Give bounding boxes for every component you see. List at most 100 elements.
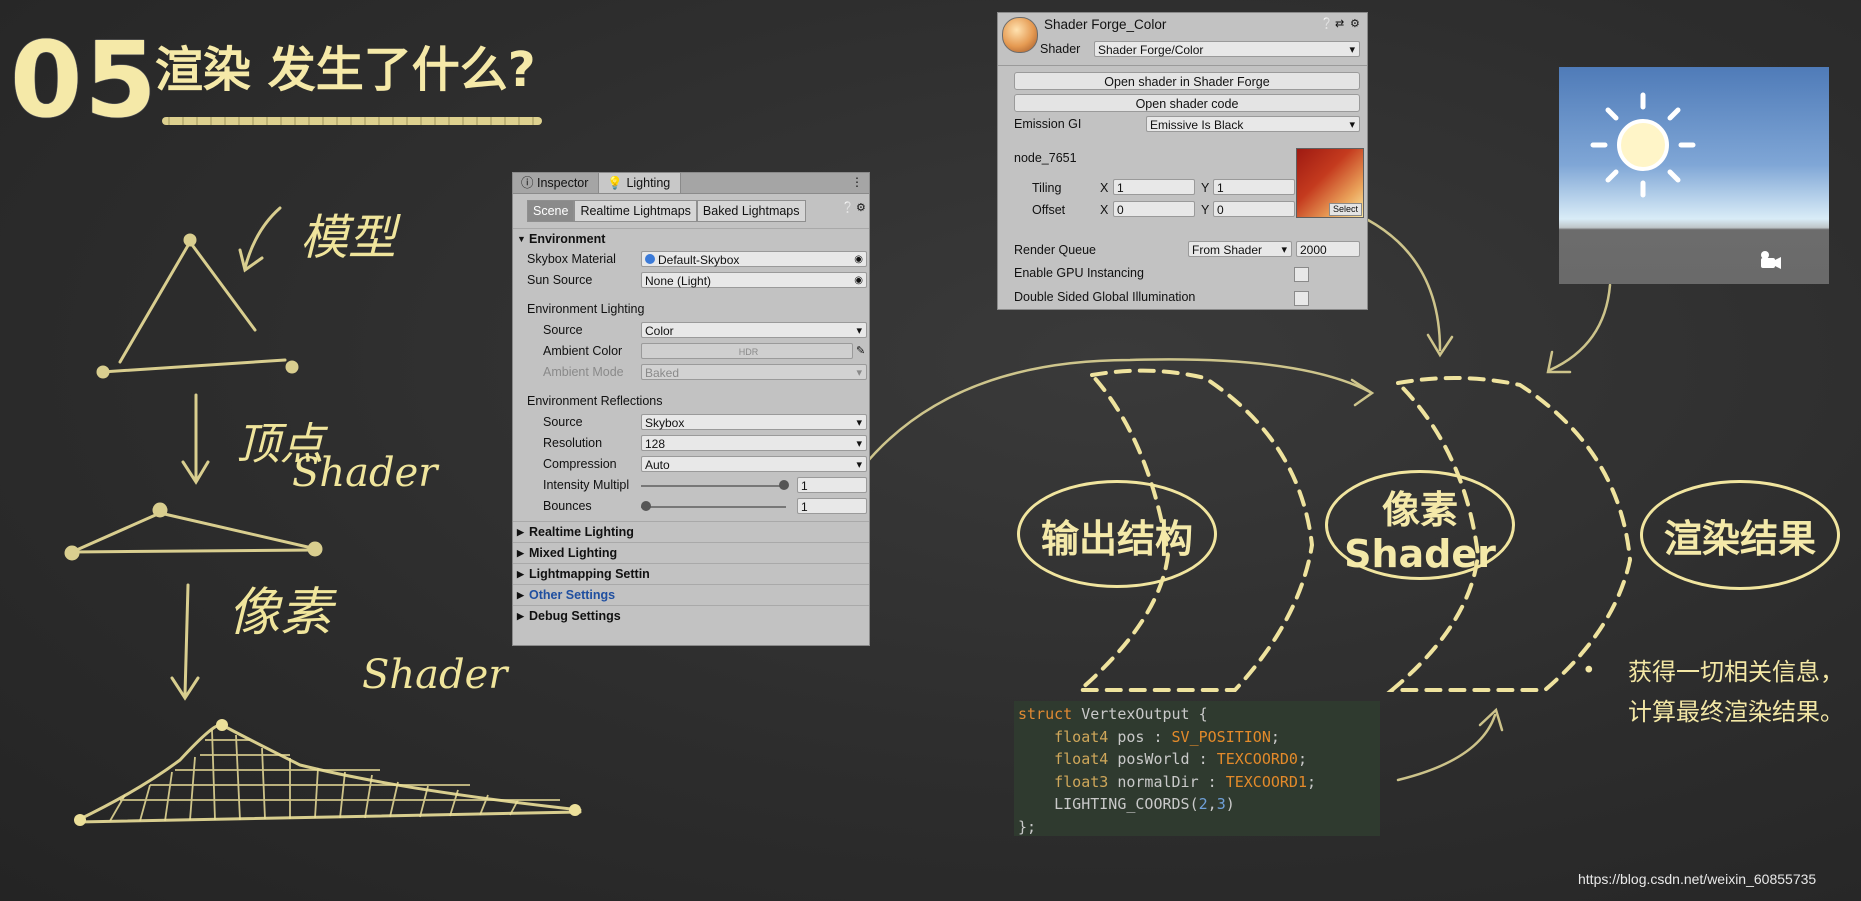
intensity-row: Intensity Multipl 1 <box>513 475 869 496</box>
object-picker-icon[interactable]: ◉ <box>854 252 863 268</box>
double-sided-gi-label: Double Sided Global Illumination <box>1014 290 1196 304</box>
resolution-dropdown[interactable]: 128 <box>641 435 867 452</box>
tiling-label: Tiling <box>1032 181 1062 195</box>
subtab-realtime-lightmaps[interactable]: Realtime Lightmaps <box>574 200 697 222</box>
object-picker-icon[interactable]: ◉ <box>854 273 863 289</box>
render-queue-label: Render Queue <box>1014 243 1097 257</box>
resolution-row: Resolution 128 <box>513 433 869 454</box>
render-result-label: 渲染结果 <box>1663 517 1816 561</box>
compression-row: Compression Auto <box>513 454 869 475</box>
section-other-settings[interactable]: ▶ Other Settings <box>513 584 869 605</box>
watermark: https://blog.csdn.net/weixin_60855735 <box>1578 871 1817 887</box>
intensity-slider-track[interactable] <box>641 485 786 487</box>
divider <box>998 65 1367 66</box>
render-queue-mode-dropdown[interactable]: From Shader <box>1188 241 1292 258</box>
intensity-input[interactable]: 1 <box>797 477 867 493</box>
section-realtime-lighting[interactable]: ▶ Realtime Lighting <box>513 521 869 542</box>
open-shader-code-button[interactable]: Open shader code <box>1014 94 1360 112</box>
vertex-label-en: Shader <box>292 450 438 496</box>
info-icon: ⓘ <box>521 176 537 190</box>
gpu-instancing-checkbox[interactable] <box>1294 267 1309 282</box>
bounces-row: Bounces 1 <box>513 496 869 517</box>
open-shader-forge-button[interactable]: Open shader in Shader Forge <box>1014 72 1360 90</box>
ambient-color-swatch[interactable]: HDR <box>641 343 853 359</box>
material-title: Shader Forge_Color <box>1044 17 1167 32</box>
settings-gear-icon[interactable]: ⚙ <box>856 201 866 214</box>
texture-select-button[interactable]: Select <box>1328 203 1362 216</box>
ambient-color-row: Ambient Color HDR ✎ <box>513 341 869 362</box>
preset-icon[interactable]: ⇄ <box>1335 15 1344 33</box>
pixel-label-cn: 像素 <box>228 583 333 643</box>
skybox-material-row: Skybox Material Default-Skybox ◉ <box>513 249 869 270</box>
note-text: 获得一切相关信息，计算最终渲染结果。 <box>1628 658 1844 726</box>
expand-down-icon: ▼ <box>517 234 526 244</box>
bounces-slider-handle[interactable] <box>641 501 651 511</box>
emission-gi-dropdown[interactable]: Emissive Is Black <box>1146 116 1360 133</box>
subtab-scene[interactable]: Scene <box>527 200 575 222</box>
subtab-baked-lightmaps[interactable]: Baked Lightmaps <box>696 200 806 222</box>
offset-y-label: Y <box>1201 203 1210 217</box>
material-preview-sphere <box>1002 17 1038 53</box>
ambient-mode-dropdown: Baked <box>641 364 867 381</box>
material-inspector-panel: Shader Forge_Color ❔ ⇄ ⚙ Shader Shader F… <box>997 12 1368 310</box>
tiling-x-label: X <box>1100 181 1109 195</box>
eyedropper-icon[interactable]: ✎ <box>856 341 865 362</box>
env-lighting-header: Environment Lighting <box>527 302 645 316</box>
note-bullet: • <box>1582 658 1596 684</box>
shader-dropdown[interactable]: Shader Forge/Color <box>1094 41 1360 58</box>
bounces-input[interactable]: 1 <box>797 498 867 514</box>
section-environment[interactable]: ▼ Environment <box>513 228 869 249</box>
node-label: node_7651 <box>1014 151 1077 165</box>
refl-source-dropdown[interactable]: Skybox <box>641 414 867 431</box>
offset-x-label: X <box>1100 203 1109 217</box>
offset-x-input[interactable]: 0 <box>1113 201 1195 217</box>
sun-icon <box>1590 92 1781 269</box>
intensity-slider-handle[interactable] <box>779 480 789 490</box>
tiling-y-input[interactable]: 1 <box>1213 179 1295 195</box>
offset-label: Offset <box>1032 203 1066 217</box>
texture-slot-thumbnail[interactable]: Select <box>1296 148 1364 218</box>
more-menu-icon[interactable]: ⋮ <box>851 175 863 189</box>
tab-lighting[interactable]: 💡 Lighting <box>598 172 682 193</box>
lighting-inspector-panel: ⓘ Inspector 💡 Lighting ⋮ Scene Realtime … <box>512 172 870 646</box>
expand-right-icon: ▶ <box>517 569 524 579</box>
render-queue-input[interactable]: 2000 <box>1296 241 1360 257</box>
camera-icon <box>1761 251 1781 269</box>
tiling-y-label: Y <box>1201 181 1210 195</box>
pixel-shader-label: 像素 Shader <box>1344 488 1496 576</box>
env-reflections-header: Environment Reflections <box>527 394 663 408</box>
expand-right-icon: ▶ <box>517 548 524 558</box>
section-mixed-lighting[interactable]: ▶ Mixed Lighting <box>513 542 869 563</box>
inspector-tabbar: ⓘ Inspector 💡 Lighting ⋮ <box>513 172 869 194</box>
emission-gi-label: Emission GI <box>1014 117 1082 131</box>
scene-view-preview <box>1559 67 1829 284</box>
compression-dropdown[interactable]: Auto <box>641 456 867 473</box>
expand-right-icon: ▶ <box>517 590 524 600</box>
section-debug-settings[interactable]: ▶ Debug Settings <box>513 605 869 626</box>
vertex-output-code-block: struct VertexOutput { float4 pos : SV_PO… <box>1014 701 1380 836</box>
ambient-mode-row: Ambient Mode Baked <box>513 362 869 383</box>
expand-right-icon: ▶ <box>517 527 524 537</box>
double-sided-gi-checkbox[interactable] <box>1294 291 1309 306</box>
sun-source-row: Sun Source None (Light) ◉ <box>513 270 869 291</box>
lighting-subtabs: Scene Realtime Lightmaps Baked Lightmaps <box>527 200 869 222</box>
gpu-instancing-label: Enable GPU Instancing <box>1014 266 1144 280</box>
pixel-label-en: Shader <box>362 652 508 698</box>
settings-gear-icon[interactable]: ⚙ <box>1350 15 1360 33</box>
tiling-x-input[interactable]: 1 <box>1113 179 1195 195</box>
lightbulb-icon: 💡 <box>607 176 627 190</box>
sun-source-field[interactable]: None (Light) ◉ <box>641 272 867 288</box>
material-sphere-icon <box>645 254 655 264</box>
bounces-slider-track[interactable] <box>641 506 786 508</box>
output-struct-label: 输出结构 <box>1040 517 1193 561</box>
model-label: 模型 <box>300 210 397 266</box>
section-lightmapping-settings[interactable]: ▶ Lightmapping Settin <box>513 563 869 584</box>
tab-inspector[interactable]: ⓘ Inspector <box>513 173 598 193</box>
offset-y-input[interactable]: 0 <box>1213 201 1295 217</box>
env-source-dropdown[interactable]: Color <box>641 322 867 339</box>
expand-right-icon: ▶ <box>517 611 524 621</box>
help-icon[interactable]: ❔ <box>841 201 855 214</box>
help-icon[interactable]: ❔ <box>1320 15 1334 33</box>
shader-label: Shader <box>1040 42 1081 56</box>
skybox-material-field[interactable]: Default-Skybox ◉ <box>641 251 867 267</box>
